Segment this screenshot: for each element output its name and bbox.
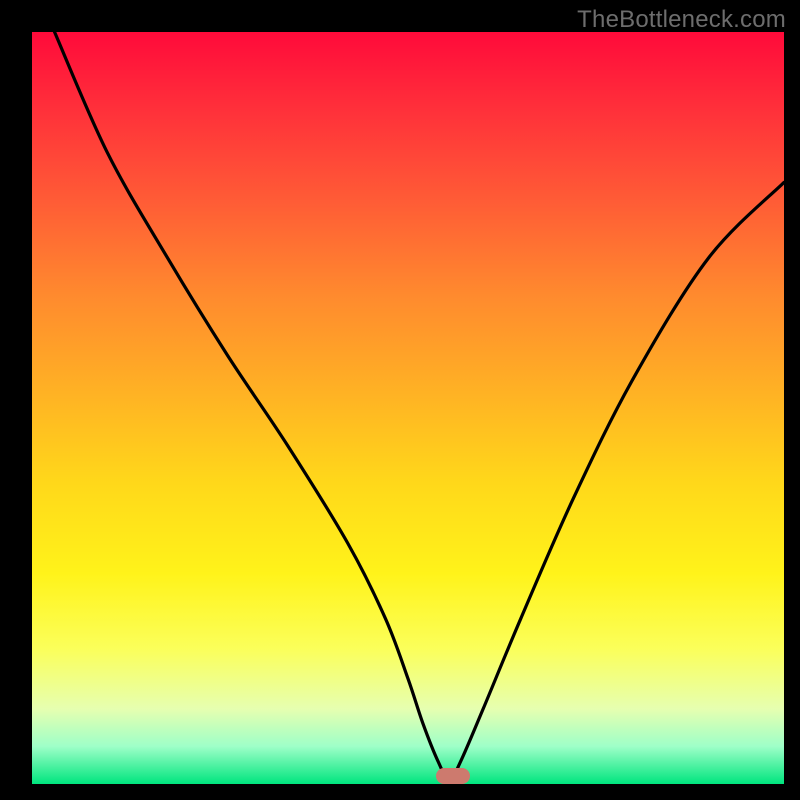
watermark-text: TheBottleneck.com (577, 6, 786, 34)
min-marker (436, 768, 470, 784)
curve-svg (32, 32, 784, 784)
plot-area (32, 32, 784, 784)
bottleneck-curve-path (55, 32, 784, 780)
chart-frame: TheBottleneck.com (0, 0, 800, 800)
